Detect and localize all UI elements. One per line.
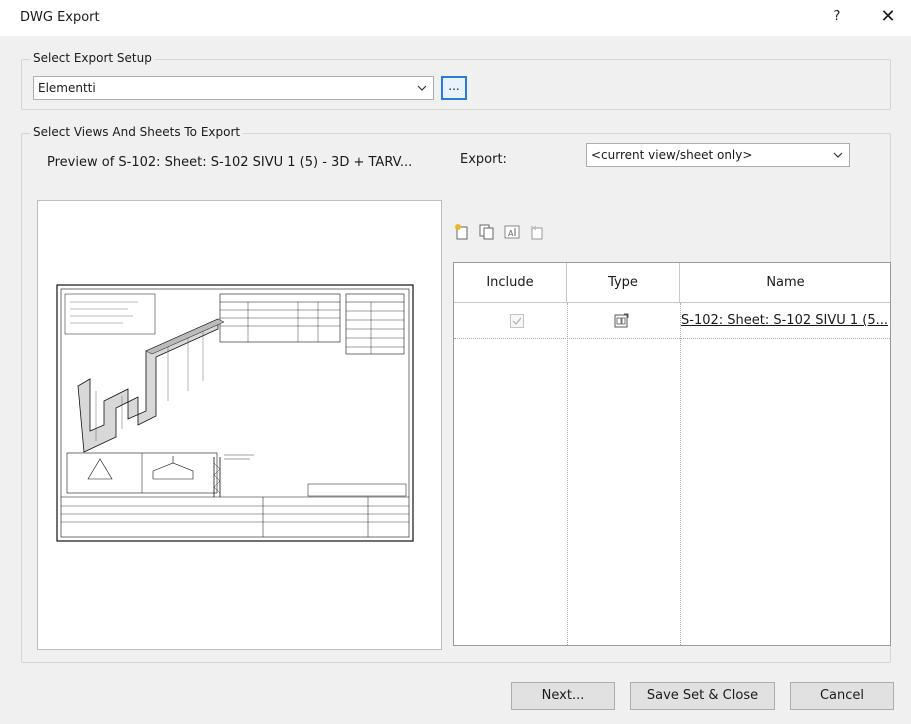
cancel-button[interactable]: Cancel <box>790 682 894 710</box>
export-label: Export: <box>460 152 507 167</box>
save-set-close-button[interactable]: Save Set & Close <box>630 682 775 710</box>
sheet-preview <box>37 200 442 650</box>
views-sheets-group-label: Select Views And Sheets To Export <box>30 125 244 139</box>
export-scope-value: <current view/sheet only> <box>591 148 753 162</box>
modify-setup-button[interactable]: ... <box>441 76 467 100</box>
chevron-down-icon <box>833 149 843 159</box>
svg-text:A: A <box>508 229 514 238</box>
table-row[interactable]: S-102: Sheet: S-102 SIVU 1 (5... <box>454 303 890 339</box>
dialog-title: DWG Export <box>20 10 100 25</box>
export-setup-select[interactable]: Elementti <box>33 76 434 100</box>
close-button[interactable]: ✕ <box>876 5 900 29</box>
preview-label: Preview of S-102: Sheet: S-102 SIVU 1 (5… <box>47 155 413 170</box>
include-checkbox[interactable] <box>510 314 524 328</box>
export-setup-group-label: Select Export Setup <box>30 51 155 65</box>
export-setup-value: Elementti <box>38 81 96 95</box>
sheet-icon <box>614 313 630 329</box>
column-header-type[interactable]: Type <box>567 263 680 303</box>
help-button[interactable]: ? <box>826 6 848 28</box>
duplicate-set-icon[interactable] <box>478 223 496 241</box>
column-header-name[interactable]: Name <box>680 263 891 303</box>
column-divider <box>567 303 568 645</box>
views-sheets-table: Include Type Name S-102: Sheet: S-102 SI… <box>453 262 891 646</box>
new-set-icon[interactable] <box>453 223 471 241</box>
export-scope-select[interactable]: <current view/sheet only> <box>586 143 850 167</box>
dwg-export-dialog: DWG Export ? ✕ Select Export Setup Eleme… <box>0 0 911 724</box>
column-divider <box>680 303 681 645</box>
table-header: Include Type Name <box>454 263 890 303</box>
column-header-include[interactable]: Include <box>454 263 567 303</box>
chevron-down-icon <box>417 82 427 92</box>
rename-set-icon[interactable]: A <box>503 223 521 241</box>
title-bar: DWG Export ? ✕ <box>0 0 911 36</box>
row-name-link[interactable]: S-102: Sheet: S-102 SIVU 1 (5... <box>681 313 888 328</box>
delete-set-icon[interactable] <box>528 223 546 241</box>
next-button[interactable]: Next... <box>511 682 615 710</box>
sheet-preview-drawing <box>56 284 414 542</box>
